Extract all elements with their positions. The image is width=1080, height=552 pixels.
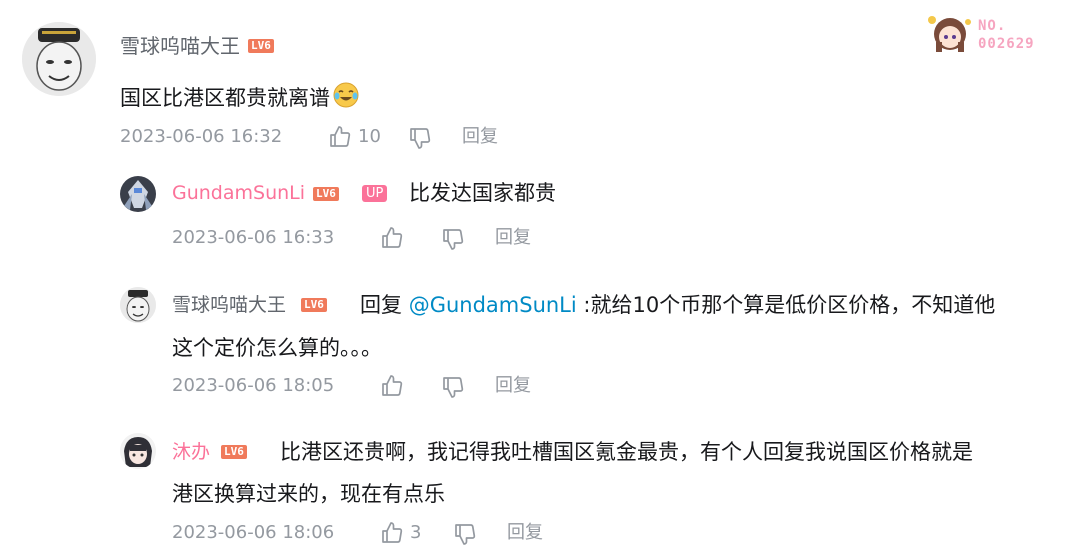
reply-username[interactable]: 沐办 — [172, 440, 210, 464]
reply-text-line1: 比港区还贵啊，我记得我吐槽国区氪金最贵，有个人回复我说国区价格就是 — [280, 440, 973, 464]
dislike-button[interactable] — [408, 126, 432, 150]
avatar[interactable] — [22, 22, 96, 96]
reply-text-line2: 这个定价怎么算的。。。 — [172, 336, 382, 360]
fan-badge-label: NO. — [978, 18, 1007, 34]
thumbs-down-icon — [443, 229, 464, 250]
avatar-anime-icon — [120, 433, 156, 469]
reply-prefix: 回复 — [360, 293, 402, 317]
fan-avatar-icon — [928, 16, 971, 52]
like-button[interactable] — [380, 226, 404, 250]
avatar-meme-icon — [120, 287, 156, 323]
reply-text-line2: 港区换算过来的，现在有点乐 — [172, 482, 445, 506]
thumbs-up-icon — [382, 227, 403, 248]
avatar[interactable] — [120, 287, 156, 323]
level-badge: LV6 — [301, 298, 327, 312]
mention-link[interactable]: @GundamSunLi — [409, 293, 577, 317]
like-button[interactable] — [380, 521, 404, 545]
like-button[interactable] — [328, 125, 352, 149]
fan-badge-number: 002629 — [978, 36, 1035, 52]
reply-button[interactable]: 回复 — [495, 374, 531, 398]
thumbs-up-icon — [330, 126, 351, 147]
level-badge: LV6 — [248, 39, 274, 53]
thumbs-down-icon — [443, 377, 464, 398]
dislike-button[interactable] — [453, 522, 477, 546]
comment-timestamp: 2023-06-06 16:32 — [120, 126, 283, 147]
level-badge: LV6 — [313, 187, 339, 201]
level-badge: LV6 — [221, 445, 247, 459]
up-badge: UP — [362, 185, 388, 202]
reply-username[interactable]: GundamSunLi — [172, 181, 305, 205]
laugh-cry-emoji-icon — [332, 81, 360, 109]
avatar-meme-icon — [22, 22, 96, 96]
like-button[interactable] — [380, 374, 404, 398]
thumbs-down-icon — [410, 128, 431, 149]
reply-timestamp: 2023-06-06 18:05 — [172, 375, 335, 396]
dislike-button[interactable] — [441, 375, 465, 399]
reply-button[interactable]: 回复 — [462, 125, 498, 149]
like-count: 10 — [358, 126, 381, 147]
reply-text: 比发达国家都贵 — [409, 181, 556, 205]
comment-text: 国区比港区都贵就离谱 — [120, 77, 360, 119]
reply-timestamp: 2023-06-06 16:33 — [172, 227, 335, 248]
comment-username[interactable]: 雪球呜喵大王 — [120, 34, 240, 58]
thumbs-up-icon — [382, 522, 403, 543]
reply-button[interactable]: 回复 — [507, 521, 543, 545]
avatar[interactable] — [120, 433, 156, 469]
reply-username[interactable]: 雪球呜喵大王 — [172, 293, 286, 317]
reply-button[interactable]: 回复 — [495, 226, 531, 250]
avatar[interactable] — [120, 176, 156, 212]
reply-timestamp: 2023-06-06 18:06 — [172, 522, 335, 543]
reply-text-line1: :就给10个币那个算是低价区价格，不知道他 — [583, 293, 996, 317]
thumbs-up-icon — [382, 375, 403, 396]
fan-badge: NO. 002629 — [922, 12, 1050, 54]
comment-text-content: 国区比港区都贵就离谱 — [120, 86, 330, 110]
like-count: 3 — [410, 522, 422, 543]
avatar-robot-icon — [120, 176, 156, 212]
dislike-button[interactable] — [441, 227, 465, 251]
thumbs-down-icon — [455, 524, 476, 545]
reply-text: 回复 @GundamSunLi :就给10个币那个算是低价区价格，不知道他 — [360, 284, 995, 326]
